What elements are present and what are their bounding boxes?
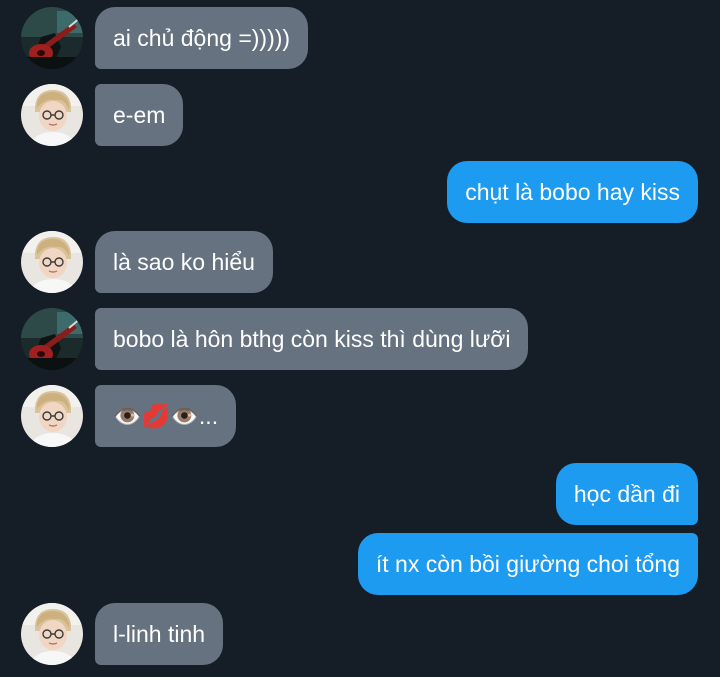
message-text: ít nx còn bồi giường choi tổng bbox=[375, 550, 680, 577]
guitar-avatar-icon bbox=[21, 308, 83, 370]
message-bubble-outgoing[interactable]: ít nx còn bồi giường choi tổng bbox=[357, 533, 698, 595]
message-bubble-incoming[interactable]: l-linh tinh bbox=[95, 603, 224, 665]
person-avatar-icon bbox=[21, 603, 83, 665]
person-avatar-icon bbox=[21, 84, 83, 146]
message-text: là sao ko hiểu bbox=[113, 248, 255, 275]
message-bubble-incoming[interactable]: e-em bbox=[95, 84, 184, 146]
person-avatar-icon bbox=[21, 231, 83, 293]
message-bubble-outgoing[interactable]: chụt là bobo hay kiss bbox=[447, 161, 698, 223]
message-text: chụt là bobo hay kiss bbox=[465, 178, 680, 205]
message-text: ai chủ động =))))) bbox=[113, 24, 291, 51]
message-bubble-outgoing[interactable]: học dần đi bbox=[555, 463, 698, 525]
message-text: l-linh tinh bbox=[113, 620, 206, 647]
message-text: e-em bbox=[113, 101, 166, 128]
avatar-person[interactable] bbox=[21, 84, 83, 146]
message-text: bobo là hôn bthg còn kiss thì dùng lưỡi bbox=[113, 325, 511, 352]
avatar-person[interactable] bbox=[21, 603, 83, 665]
guitar-avatar-icon bbox=[21, 7, 83, 69]
avatar-person[interactable] bbox=[21, 231, 83, 293]
message-bubble-incoming[interactable]: 👁️💋👁️... bbox=[95, 385, 237, 447]
avatar-guitar[interactable] bbox=[21, 7, 83, 69]
avatar-person[interactable] bbox=[21, 385, 83, 447]
person-avatar-icon bbox=[21, 385, 83, 447]
message-bubble-incoming[interactable]: là sao ko hiểu bbox=[95, 231, 273, 293]
message-text: 👁️💋👁️... bbox=[113, 402, 219, 429]
message-text: học dần đi bbox=[573, 480, 680, 507]
message-bubble-incoming[interactable]: bobo là hôn bthg còn kiss thì dùng lưỡi bbox=[95, 308, 529, 370]
avatar-guitar[interactable] bbox=[21, 308, 83, 370]
message-bubble-incoming[interactable]: ai chủ động =))))) bbox=[95, 7, 309, 69]
